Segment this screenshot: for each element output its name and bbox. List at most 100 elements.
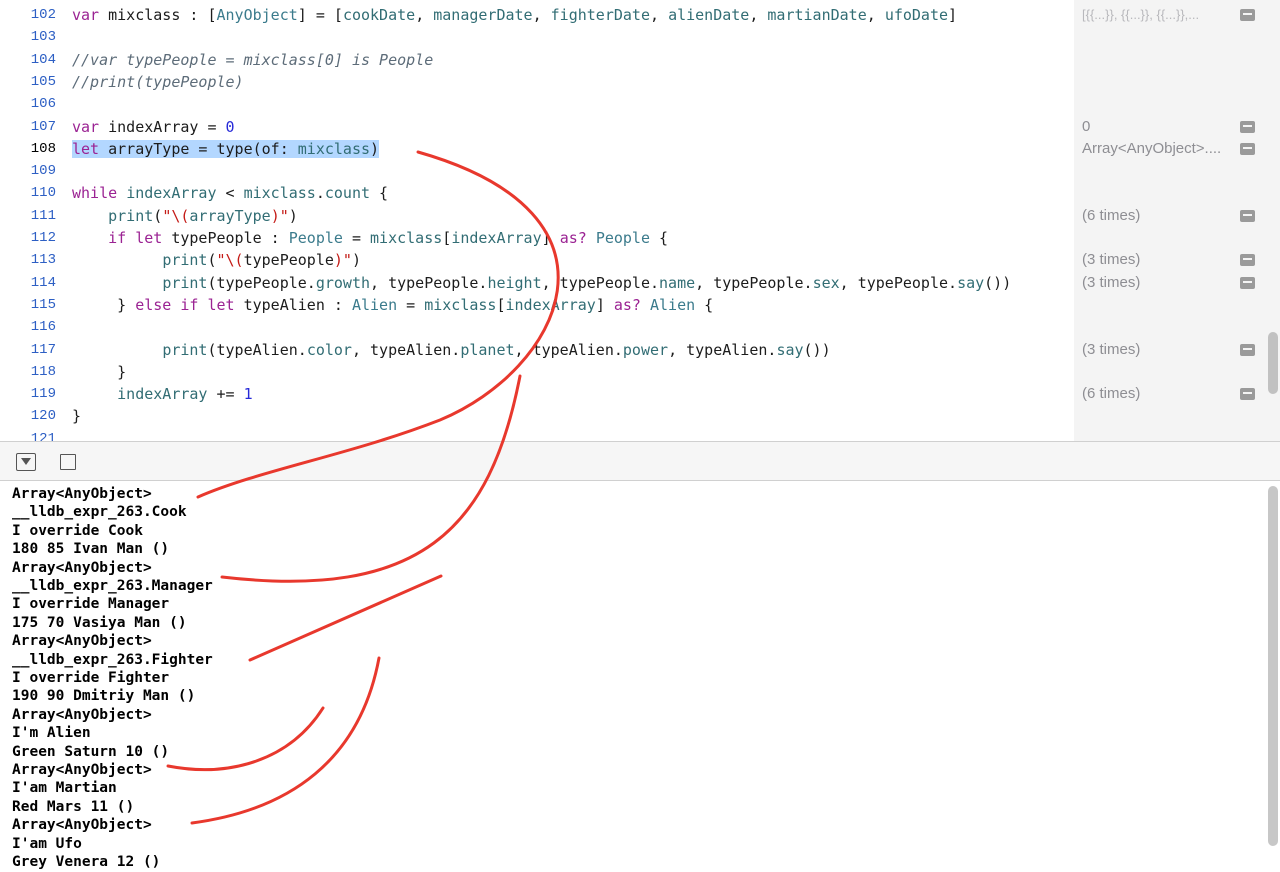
- line-number: 114: [30, 274, 56, 291]
- code-line[interactable]: print("\(arrayType)"): [72, 205, 298, 227]
- code-token: as?: [613, 295, 641, 314]
- quick-look-icon[interactable]: [1240, 343, 1255, 356]
- code-token: ,: [650, 6, 669, 24]
- quick-look-icon[interactable]: [1240, 209, 1255, 222]
- code-token: growth: [315, 273, 371, 292]
- code-token: typeAlien :: [234, 295, 352, 314]
- console-line: I'am Ufo: [12, 835, 82, 852]
- code-token: 1: [243, 385, 253, 404]
- line-number: 105: [30, 73, 56, 90]
- code-token: (typePeople.: [207, 273, 316, 292]
- console-line: I'am Martian: [12, 780, 117, 797]
- code-token: ,: [866, 6, 885, 24]
- code-line[interactable]: indexArray += 1: [72, 383, 253, 405]
- selected-code[interactable]: let arrayType = type(of: mixclass): [72, 139, 380, 158]
- result-value: Array<AnyObject>....: [1082, 139, 1222, 157]
- code-line[interactable]: } else if let typeAlien : Alien = mixcla…: [72, 294, 713, 316]
- code-token: mixclass: [424, 295, 497, 314]
- code-token: indexArray: [505, 295, 596, 314]
- code-line[interactable]: var mixclass : [AnyObject] = [cookDate, …: [72, 4, 957, 26]
- code-token: ,: [749, 6, 768, 24]
- code-token: //print(typePeople): [72, 72, 244, 91]
- code-token: ]: [948, 6, 958, 24]
- code-token: =: [397, 295, 425, 314]
- quick-look-icon[interactable]: [1240, 276, 1255, 289]
- code-line[interactable]: //print(typePeople): [72, 71, 244, 93]
- code-token: , typePeople.: [541, 273, 660, 292]
- code-token: mixclass: [243, 184, 316, 203]
- code-line[interactable]: //var typePeople = mixclass[0] is People: [72, 49, 433, 71]
- line-number: 117: [30, 341, 56, 358]
- code-token: =: [342, 229, 371, 247]
- code-line[interactable]: while indexArray < mixclass.count {: [72, 182, 388, 204]
- code-line[interactable]: }: [72, 405, 81, 427]
- console-line: I override Manager: [12, 596, 170, 613]
- code-token: while: [72, 184, 118, 203]
- debug-bar: [0, 441, 1280, 481]
- quick-look-icon[interactable]: [1240, 254, 1255, 267]
- code-token: , typeAlien.: [351, 340, 461, 359]
- code-token: }: [72, 295, 136, 314]
- code-token: say: [957, 273, 985, 292]
- code-token: {: [695, 295, 714, 314]
- code-editor[interactable]: 102 103 104 105 106 107 108 109 110 111 112 113 114 1…: [0, 0, 1280, 441]
- line-number: 111: [30, 207, 56, 224]
- code-line[interactable]: print(typePeople.growth, typePeople.heig…: [72, 272, 1011, 294]
- code-token: People: [595, 229, 650, 247]
- code-token: typePeople: [243, 251, 334, 270]
- results-sidebar: [{{...}}, {{...}}, {{...}},... 0 Array<Any…: [1074, 0, 1280, 441]
- code-token: indexArray: [126, 184, 217, 203]
- console-line: Green Saturn 10 (): [12, 743, 170, 760]
- code-line[interactable]: let arrayType = type(of: mixclass): [72, 138, 380, 160]
- code-token: ]: [595, 295, 614, 314]
- result-value: (3 times): [1082, 273, 1141, 291]
- code-token: power: [622, 340, 669, 359]
- line-number: 121: [30, 430, 56, 441]
- result-value: (6 times): [1082, 385, 1141, 403]
- console-line: Array<AnyObject>: [12, 486, 152, 502]
- code-token: "\(: [162, 206, 190, 225]
- code-token: //var typePeople = mixclass[0] is People: [72, 50, 434, 69]
- code-token: AnyObject: [216, 6, 298, 24]
- code-token: Alien: [351, 295, 398, 314]
- quick-look-icon[interactable]: [1240, 120, 1255, 133]
- quick-look-icon[interactable]: [1240, 388, 1255, 401]
- code-line[interactable]: if let typePeople : People = mixclass[in…: [72, 227, 668, 249]
- result-value: (3 times): [1082, 340, 1141, 358]
- code-token: color: [306, 340, 352, 359]
- code-token: var: [72, 6, 100, 24]
- line-number: 116: [30, 319, 56, 336]
- hide-debug-area-icon[interactable]: [16, 453, 36, 471]
- editor-scrollbar[interactable]: [1268, 332, 1278, 394]
- code-token: print: [162, 251, 208, 270]
- console-line: 190 90 Dmitriy Man (): [12, 688, 196, 705]
- quick-look-icon[interactable]: [1240, 142, 1255, 155]
- code-token: fighterDate: [550, 6, 650, 24]
- code-token: {: [370, 184, 389, 203]
- console-toggle-icon[interactable]: [60, 454, 76, 470]
- line-number: 108: [30, 140, 56, 157]
- code-token: sex: [812, 273, 840, 292]
- console-line: Array<AnyObject>: [12, 762, 152, 778]
- code-line[interactable]: var indexArray = 0: [72, 116, 235, 138]
- code-line[interactable]: print("\(typePeople)"): [72, 249, 361, 271]
- line-number: 118: [30, 363, 56, 380]
- code-token: ufoDate: [884, 6, 949, 24]
- code-token: as?: [559, 229, 587, 247]
- code-token: <: [216, 184, 244, 203]
- console-line: Array<AnyObject>: [12, 559, 152, 576]
- code-token: ): [288, 206, 298, 225]
- code-token: ,: [415, 6, 434, 24]
- code-line[interactable]: print(typeAlien.color, typeAlien.planet,…: [72, 339, 830, 361]
- console-output[interactable]: Array<AnyObject> __lldb_expr_263.Cook I ov…: [0, 482, 1280, 872]
- code-token: , typeAlien.: [668, 340, 777, 359]
- code-token: 0: [225, 117, 235, 136]
- line-number-gutter: 102 103 104 105 106 107 108 109 110 111 112 113 114 1…: [0, 0, 62, 441]
- line-number: 113: [30, 252, 56, 269]
- code-area[interactable]: var mixclass : [AnyObject] = [cookDate, …: [72, 0, 1070, 441]
- code-line[interactable]: }: [72, 361, 126, 383]
- code-token: ): [370, 139, 380, 158]
- console-scrollbar[interactable]: [1268, 486, 1278, 846]
- quick-look-icon[interactable]: [1240, 9, 1255, 21]
